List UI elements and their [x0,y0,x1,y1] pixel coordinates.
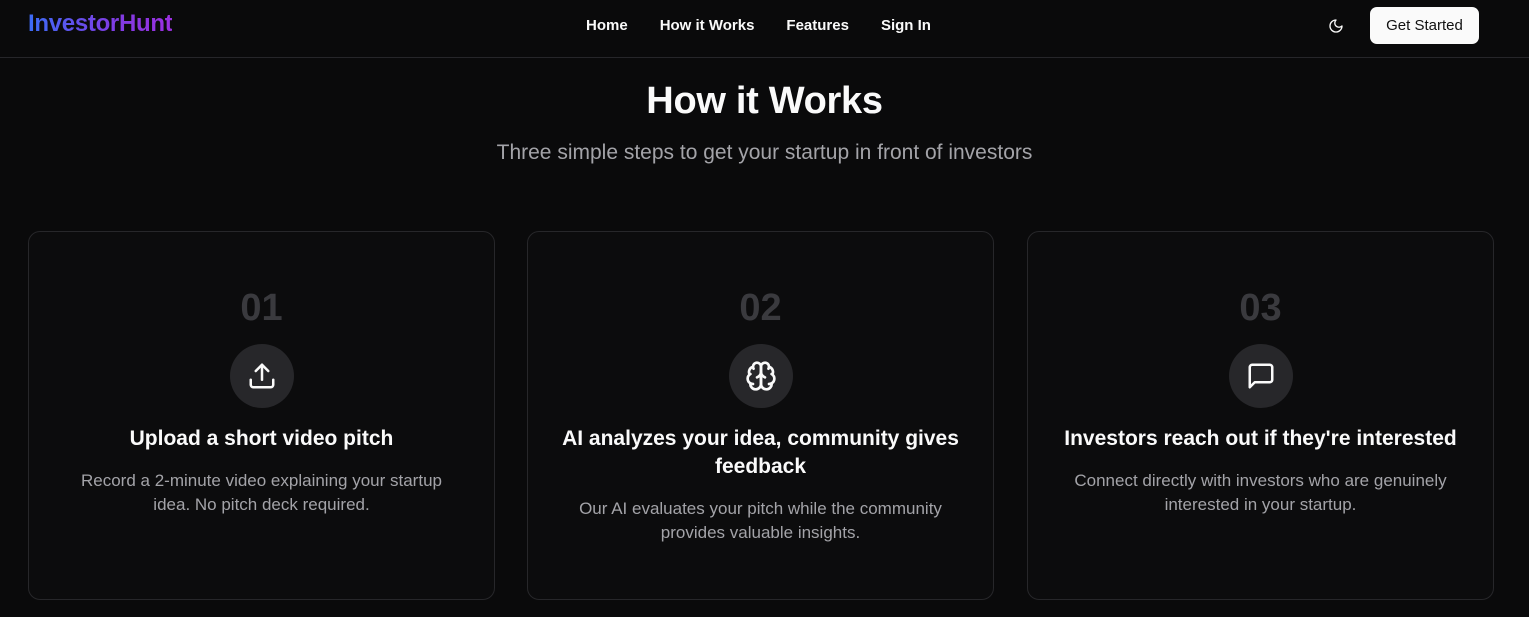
step-card-3: 03 Investors reach out if they're intere… [1027,231,1494,600]
step-icon-badge [728,344,793,408]
moon-icon [1329,19,1343,33]
nav-home[interactable]: Home [586,17,628,34]
nav-sign-in[interactable]: Sign In [881,17,931,34]
main-nav: Home How it Works Features Sign In [586,17,931,34]
message-square-icon [1248,363,1273,389]
nav-features[interactable]: Features [786,17,849,34]
theme-toggle-button[interactable] [1324,14,1348,38]
site-header: InvestorHunt Home How it Works Features … [0,0,1529,58]
step-title: AI analyzes your idea, community gives f… [562,427,959,478]
section-subtitle: Three simple steps to get your startup i… [496,141,1033,164]
step-number: 02 [739,287,782,329]
step-icon-badge [1228,344,1293,408]
nav-how-it-works[interactable]: How it Works [660,17,755,34]
step-number: 01 [240,287,283,329]
logo[interactable]: InvestorHunt [28,10,173,38]
step-description: Record a 2-minute video explaining your … [81,471,442,514]
upload-icon [249,363,274,389]
brain-icon [745,361,776,391]
step-card-2: 02 AI analyzes your idea, community give… [527,231,994,600]
step-card-1: 01 Upload a short video pitch Record a 2… [28,231,495,600]
section-title: How it Works [646,80,883,122]
step-title: Upload a short video pitch [129,427,394,450]
step-title: Investors reach out if they're intereste… [1064,427,1457,450]
step-icon-badge [229,344,294,408]
step-description: Connect directly with investors who are … [1074,471,1447,514]
step-number: 03 [1239,287,1282,329]
get-started-button[interactable]: Get Started [1370,7,1479,44]
step-description: Our AI evaluates your pitch while the co… [579,499,942,542]
